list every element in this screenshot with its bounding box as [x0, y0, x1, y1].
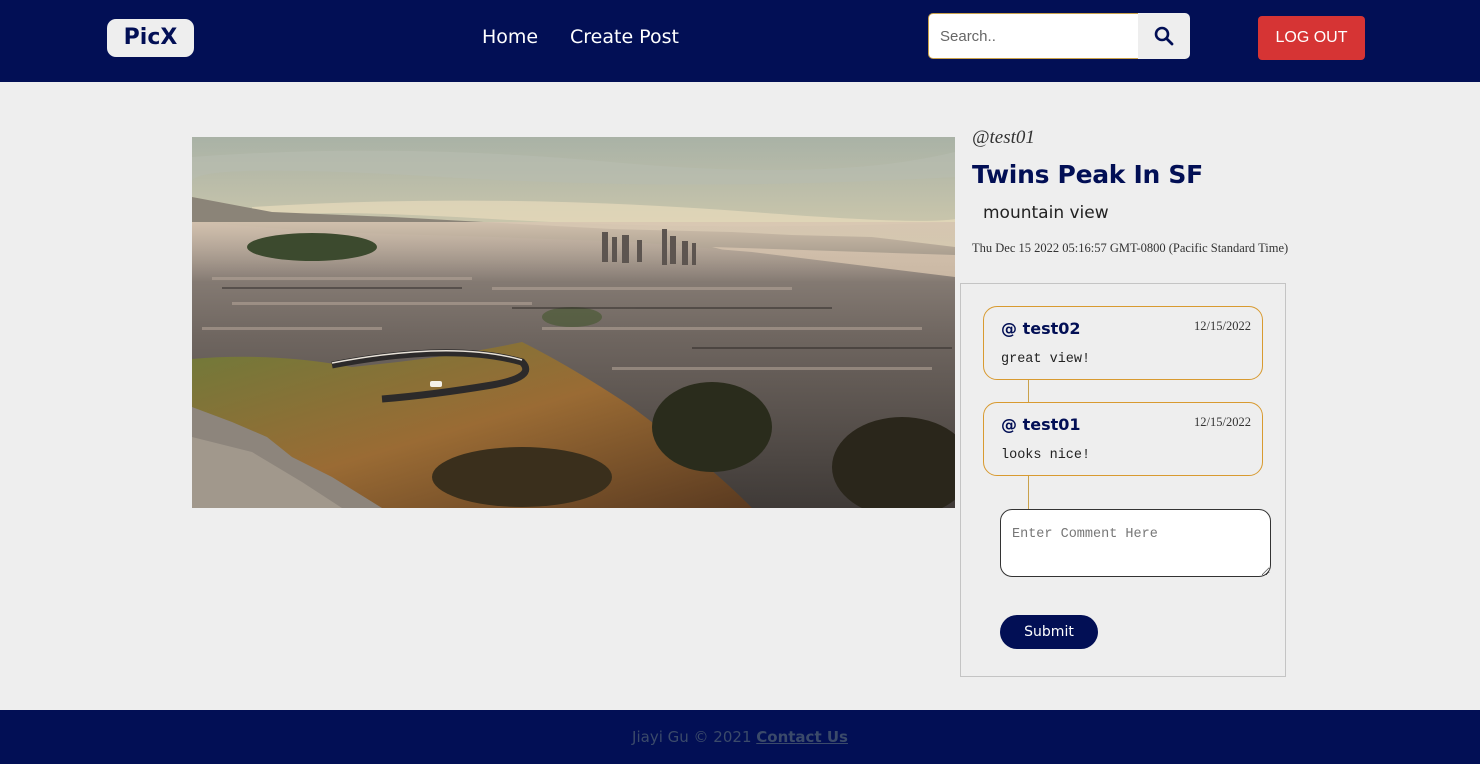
comment-item: @ test02 12/15/2022 great view!	[983, 306, 1263, 380]
post-date: Thu Dec 15 2022 05:16:57 GMT-0800 (Pacif…	[972, 241, 1289, 255]
comment-user[interactable]: @ test01	[1001, 415, 1081, 434]
nav-link-home[interactable]: Home	[482, 26, 538, 48]
navbar: PicX Home Create Post LOG OUT	[0, 0, 1480, 82]
logout-button[interactable]: LOG OUT	[1258, 16, 1365, 60]
comment-text: looks nice!	[1001, 448, 1091, 463]
comment-item: @ test01 12/15/2022 looks nice!	[983, 402, 1263, 476]
footer-text: Jiayi Gu © 2021 Contact Us	[0, 728, 1480, 746]
comment-connector	[1028, 475, 1029, 509]
post-description: mountain view	[983, 203, 1109, 223]
footer: Jiayi Gu © 2021 Contact Us	[0, 710, 1480, 764]
submit-comment-button[interactable]: Submit	[1000, 615, 1098, 649]
search-icon	[1154, 26, 1174, 46]
brand-logo[interactable]: PicX	[107, 19, 194, 57]
footer-copyright: Jiayi Gu © 2021	[632, 728, 757, 746]
nav-link-create-post[interactable]: Create Post	[570, 26, 679, 48]
comment-date: 12/15/2022	[1194, 415, 1251, 429]
comment-user[interactable]: @ test02	[1001, 319, 1081, 338]
comment-input[interactable]	[1000, 509, 1271, 577]
comment-date: 12/15/2022	[1194, 319, 1251, 333]
post-title: Twins Peak In SF	[972, 160, 1203, 189]
search-input[interactable]	[928, 13, 1139, 59]
comment-text: great view!	[1001, 352, 1091, 367]
contact-us-link[interactable]: Contact Us	[756, 728, 848, 746]
search-button[interactable]	[1138, 13, 1190, 59]
comment-connector	[1028, 379, 1029, 403]
post-author[interactable]: @test01	[972, 127, 1035, 149]
post-image	[192, 137, 955, 508]
